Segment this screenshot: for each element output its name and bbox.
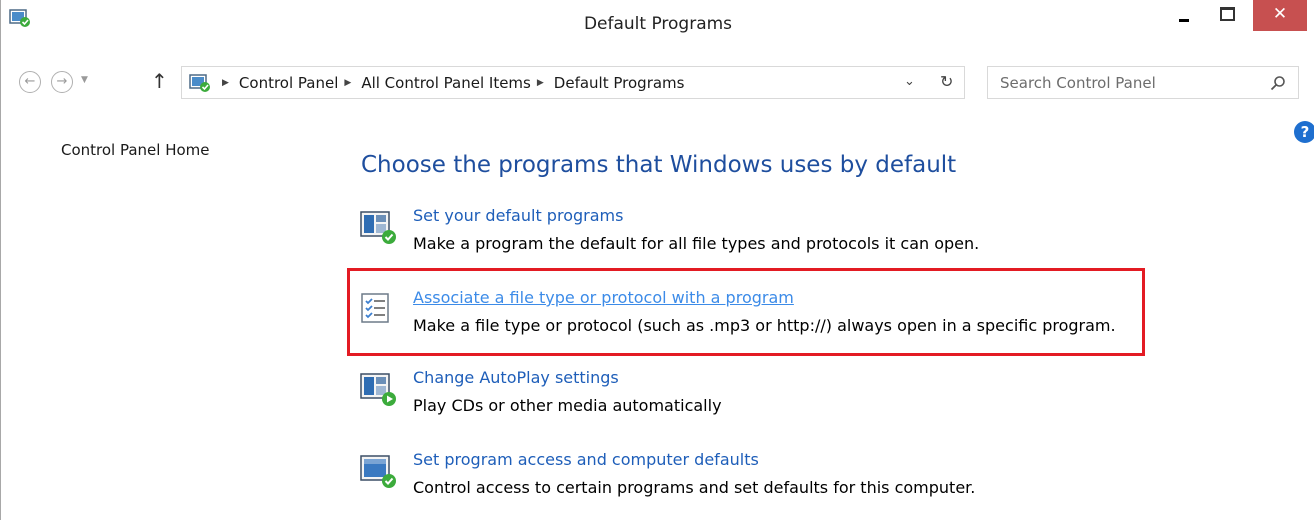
page-title: Choose the programs that Windows uses by… (361, 152, 957, 178)
program-access-link[interactable]: Set program access and computer defaults (413, 450, 759, 469)
close-icon: ✕ (1272, 4, 1288, 24)
chevron-down-icon: ⌄ (904, 74, 915, 89)
breadcrumb-default-programs[interactable]: Default Programs (554, 74, 685, 92)
refresh-icon: ↻ (940, 72, 954, 91)
set-default-programs-description: Make a program the default for all file … (413, 234, 980, 253)
forward-button[interactable]: → (51, 71, 73, 93)
search-box[interactable]: Search Control Panel (987, 66, 1299, 99)
autoplay-icon (360, 373, 396, 406)
window-title: Default Programs (583, 14, 733, 34)
default-programs-window: Default Programs ✕ ← → ▼ ↑ ▶ Control Pan… (0, 0, 1314, 520)
arrow-right-icon: → (56, 74, 68, 89)
breadcrumb-all-items[interactable]: All Control Panel Items (361, 74, 531, 92)
arrow-up-icon: ↑ (151, 69, 168, 93)
breadcrumb-separator-icon[interactable]: ▶ (222, 78, 229, 88)
close-button[interactable]: ✕ (1253, 0, 1307, 31)
chevron-down-icon: ▼ (81, 75, 88, 85)
address-history-dropdown[interactable]: ⌄ (904, 74, 915, 89)
arrow-left-icon: ← (24, 74, 36, 89)
change-autoplay-description: Play CDs or other media automatically (413, 396, 722, 415)
help-button[interactable]: ? (1294, 121, 1314, 143)
title-bar[interactable]: Default Programs ✕ (1, 0, 1314, 56)
breadcrumb-separator-icon[interactable]: ▶ (537, 78, 544, 88)
back-button[interactable]: ← (19, 71, 41, 93)
recent-locations-button[interactable]: ▼ (81, 75, 88, 85)
breadcrumb-control-panel[interactable]: Control Panel (239, 74, 338, 92)
maximize-button[interactable] (1210, 0, 1242, 34)
up-button[interactable]: ↑ (151, 69, 168, 93)
program-access-icon (360, 455, 396, 488)
search-icon[interactable] (1270, 75, 1286, 91)
highlight-box (347, 268, 1145, 356)
breadcrumb: ▶ Control Panel ▶ All Control Panel Item… (216, 74, 684, 92)
help-icon: ? (1300, 123, 1310, 141)
search-input[interactable]: Search Control Panel (1000, 74, 1156, 92)
control-panel-home-link[interactable]: Control Panel Home (61, 141, 210, 159)
set-default-programs-link[interactable]: Set your default programs (413, 206, 623, 225)
address-bar[interactable]: ▶ Control Panel ▶ All Control Panel Item… (181, 66, 965, 99)
program-access-description: Control access to certain programs and s… (413, 478, 976, 497)
change-autoplay-link[interactable]: Change AutoPlay settings (413, 368, 619, 387)
default-programs-icon (360, 211, 396, 244)
control-panel-icon (189, 74, 210, 92)
minimize-button[interactable] (1168, 0, 1198, 34)
breadcrumb-separator-icon[interactable]: ▶ (344, 78, 351, 88)
refresh-button[interactable]: ↻ (940, 72, 953, 91)
